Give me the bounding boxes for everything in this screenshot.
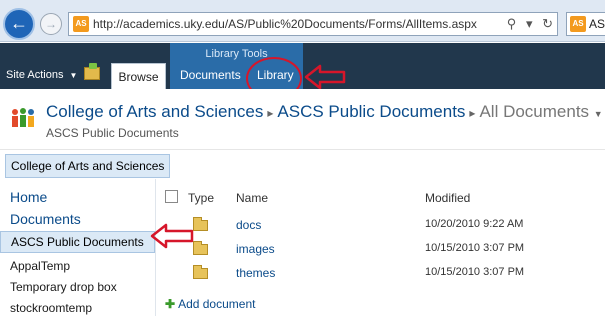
- breadcrumb-separator-icon: ▸: [469, 106, 476, 120]
- topnav-item-college[interactable]: College of Arts and Sciences: [5, 154, 171, 178]
- row-name-link[interactable]: images: [236, 242, 275, 256]
- document-list: Type Name Modified docs 10/20/2010 9:22 …: [157, 179, 605, 316]
- add-document-label: Add document: [178, 297, 256, 311]
- select-all-checkbox[interactable]: [165, 190, 178, 203]
- navigate-up-icon[interactable]: [84, 63, 100, 80]
- chevron-down-icon[interactable]: ▼: [594, 109, 603, 119]
- column-header-type[interactable]: Type: [188, 191, 214, 205]
- breadcrumb-separator-icon: ▸: [267, 106, 274, 120]
- breadcrumb-view[interactable]: All Documents: [479, 102, 589, 121]
- quicklaunch-item-stockroomtemp[interactable]: stockroomtemp: [10, 301, 92, 315]
- breadcrumb-site[interactable]: College of Arts and Sciences: [46, 102, 263, 121]
- browser-toolbar: ← → AS http://academics.uky.edu/AS/Publi…: [0, 0, 605, 42]
- row-modified: 10/20/2010 9:22 AM: [425, 218, 524, 230]
- browser-tab[interactable]: AS AS: [566, 12, 605, 36]
- address-bar[interactable]: AS http://academics.uky.edu/AS/Public%20…: [68, 12, 558, 36]
- ribbon: Site Actions ▼ Browse Library Tools Docu…: [0, 43, 605, 89]
- table-row[interactable]: themes 10/15/2010 3:07 PM: [157, 263, 605, 287]
- breadcrumb: College of Arts and Sciences ▸ ASCS Public…: [46, 102, 603, 122]
- back-arrow-icon[interactable]: ←: [3, 8, 35, 40]
- add-document-link[interactable]: ✚ Add document: [165, 297, 255, 311]
- forward-arrow-icon[interactable]: →: [40, 13, 62, 35]
- row-modified: 10/15/2010 3:07 PM: [425, 266, 525, 278]
- chevron-down-icon: ▼: [69, 71, 78, 80]
- row-modified: 10/15/2010 3:07 PM: [425, 242, 525, 254]
- site-logo-icon: [12, 108, 34, 127]
- site-actions-menu[interactable]: Site Actions ▼: [6, 69, 77, 81]
- url-text[interactable]: http://academics.uky.edu/AS/Public%20Doc…: [93, 17, 477, 31]
- arrow-left-annotation-icon: [304, 64, 346, 90]
- quicklaunch-home[interactable]: Home: [10, 189, 47, 205]
- column-header-modified[interactable]: Modified: [425, 191, 470, 205]
- tab-browse[interactable]: Browse: [111, 63, 166, 89]
- tab-title: AS: [589, 17, 605, 31]
- page-subtitle: ASCS Public Documents: [46, 126, 179, 140]
- breadcrumb-library[interactable]: ASCS Public Documents: [277, 102, 465, 121]
- folder-icon: [193, 241, 208, 255]
- folder-icon: [193, 217, 208, 231]
- quicklaunch-item-appaltemp[interactable]: AppalTemp: [10, 259, 70, 273]
- quick-launch: Home Documents ASCS Public Documents App…: [0, 179, 156, 316]
- tab-documents[interactable]: Documents: [180, 68, 241, 82]
- row-name-link[interactable]: themes: [236, 266, 275, 280]
- page-title-area: College of Arts and Sciences ▸ ASCS Public…: [0, 89, 605, 149]
- table-row[interactable]: images 10/15/2010 3:07 PM: [157, 239, 605, 263]
- search-icon[interactable]: ⚲: [507, 16, 517, 31]
- refresh-icon[interactable]: ↻: [542, 16, 553, 31]
- quicklaunch-item-label: ASCS Public Documents: [11, 235, 144, 249]
- dropdown-icon[interactable]: ▾: [526, 16, 533, 31]
- site-actions-label: Site Actions: [6, 69, 64, 81]
- plus-icon: ✚: [165, 297, 176, 311]
- column-header-name[interactable]: Name: [236, 191, 268, 205]
- folder-icon: [193, 265, 208, 279]
- site-favicon-icon: AS: [73, 16, 89, 32]
- quicklaunch-documents[interactable]: Documents: [10, 211, 81, 227]
- quicklaunch-item-selected[interactable]: ASCS Public Documents: [0, 231, 155, 253]
- table-row[interactable]: docs 10/20/2010 9:22 AM: [157, 215, 605, 239]
- tab-favicon-icon: AS: [570, 16, 586, 32]
- quicklaunch-item-drop-box[interactable]: Temporary drop box: [10, 280, 117, 294]
- top-navigation: College of Arts and Sciences: [0, 149, 605, 179]
- row-name-link[interactable]: docs: [236, 218, 261, 232]
